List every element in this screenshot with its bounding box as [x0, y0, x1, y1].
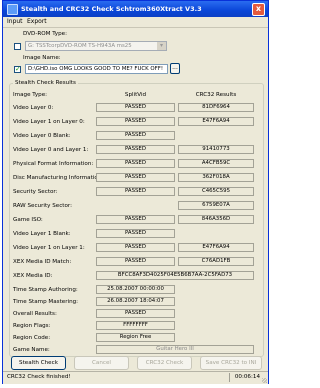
time-stamp-mastering-value: 26.08.2007 18:04:07: [96, 297, 175, 306]
disc-manufacturing-crc: 362F018A: [178, 173, 254, 182]
crc32-check-button[interactable]: CRC32 Check: [137, 356, 192, 370]
time-stamp-mastering-label: Time Stamp Mastering:: [13, 299, 79, 305]
region-code-value: Region Free: [96, 333, 175, 342]
video-layer-1-on-layer-1-label: Video Layer 1 on Layer 1:: [13, 245, 85, 251]
time-stamp-authoring-label: Time Stamp Authoring:: [13, 287, 78, 293]
video-layer-1-on-layer-0-label: Video Layer 1 on Layer 0:: [13, 119, 85, 125]
crc32-results-header: CRC32 Results: [195, 92, 237, 98]
close-button[interactable]: x: [252, 3, 265, 16]
security-sector-status: PASSED: [96, 187, 175, 196]
xex-media-id-match-label: XEX Media ID Match:: [13, 259, 72, 265]
image-name-label: Image Name:: [23, 55, 61, 61]
game-name-value: Guitar Hero III: [96, 345, 254, 354]
video-layer-1-on-layer-1-status: PASSED: [96, 243, 175, 252]
xex-media-id-match-crc: C76AD1FB: [178, 257, 254, 266]
image-name-checkbox[interactable]: ✓: [14, 66, 21, 73]
region-code-label: Region Code:: [13, 335, 51, 341]
window-title: Stealth and CRC32 Check Schtrom360Xtract…: [21, 5, 202, 13]
raw-security-sector-crc: 6759E07A: [178, 201, 254, 210]
cancel-button[interactable]: Cancel: [74, 356, 129, 370]
menu-input[interactable]: Input: [7, 18, 23, 25]
dvd-rom-select[interactable]: G: TSSTcorpDVD-ROM TS-H943A ms25 ▾: [25, 41, 167, 51]
image-type-label: Image Type:: [13, 92, 48, 98]
status-bar: CRC32 Check finished! 00:06:14: [3, 371, 268, 384]
security-sector-crc: C465C595: [178, 187, 254, 196]
physical-format-status: PASSED: [96, 159, 175, 168]
region-flags-value: FFFFFFFF: [96, 321, 175, 330]
status-separator: [229, 373, 230, 382]
xex-media-id-match-status: PASSED: [96, 257, 175, 266]
app-window: Stealth and CRC32 Check Schtrom360Xtract…: [2, 0, 269, 384]
save-crc32-button[interactable]: Save CRC32 to INI: [200, 356, 262, 370]
browse-button[interactable]: ...: [170, 63, 180, 74]
physical-format-crc: A4CFB59C: [178, 159, 254, 168]
video-layer-0-and-1-status: PASSED: [96, 145, 175, 154]
video-layer-1-blank-status: PASSED: [96, 229, 175, 238]
overall-results-value: PASSED: [96, 309, 175, 318]
status-time: 00:06:14: [234, 374, 260, 380]
image-name-value: D:\GHD.iso OMG LOOKS GOOD TO ME? FUCK OF…: [28, 66, 164, 72]
video-layer-0-and-1-crc: 91410773: [178, 145, 254, 154]
stealth-check-button[interactable]: Stealth Check: [11, 356, 66, 370]
security-sector-label: Security Sector:: [13, 189, 58, 195]
splitvid-header: SplitVid: [124, 92, 147, 98]
dvd-rom-checkbox[interactable]: [14, 43, 21, 50]
region-flags-label: Region Flags:: [13, 323, 51, 329]
disc-manufacturing-label: Disc Manufacturing Information:: [13, 175, 104, 181]
game-name-label: Game Name:: [13, 347, 50, 353]
xex-media-id-value: BFCC8AF3D4025F04E5B6B7AA-2C5FAD73: [96, 271, 254, 280]
video-layer-0-blank-status: PASSED: [96, 131, 175, 140]
menu-export[interactable]: Export: [27, 18, 47, 25]
disc-manufacturing-status: PASSED: [96, 173, 175, 182]
video-layer-1-blank-label: Video Layer 1 Blank:: [13, 231, 71, 237]
status-message: CRC32 Check finished!: [7, 374, 71, 380]
game-iso-status: PASSED: [96, 215, 175, 224]
menu-bar: Input Export: [3, 17, 268, 28]
dvd-rom-type-label: DVD-ROM Type:: [23, 31, 67, 37]
resize-grip[interactable]: [262, 378, 267, 383]
app-icon: [7, 4, 18, 15]
physical-format-label: Physical Format Information:: [13, 161, 94, 167]
stealth-check-results-title: Stealth Check Results: [13, 80, 78, 86]
video-layer-1-on-layer-1-crc: E47F6A94: [178, 243, 254, 252]
time-stamp-authoring-value: 25.08.2007 00:00:00: [96, 285, 175, 294]
dvd-rom-select-value: G: TSSTcorpDVD-ROM TS-H943A ms25: [28, 43, 132, 49]
video-layer-0-crc: 81DF6964: [178, 103, 254, 112]
video-layer-0-status: PASSED: [96, 103, 175, 112]
video-layer-0-and-1-label: Video Layer 0 and Layer 1:: [13, 147, 89, 153]
raw-security-sector-label: RAW Security Sector:: [13, 203, 73, 209]
image-name-field[interactable]: D:\GHD.iso OMG LOOKS GOOD TO ME? FUCK OF…: [25, 64, 168, 74]
game-iso-label: Game ISO:: [13, 217, 43, 223]
video-layer-0-label: Video Layer 0:: [13, 105, 54, 111]
game-iso-crc: 846A356D: [178, 215, 254, 224]
xex-media-id-label: XEX Media ID:: [13, 273, 53, 279]
video-layer-1-on-layer-0-status: PASSED: [96, 117, 175, 126]
video-layer-0-blank-label: Video Layer 0 Blank:: [13, 133, 71, 139]
title-bar[interactable]: Stealth and CRC32 Check Schtrom360Xtract…: [3, 1, 268, 17]
overall-results-label: Overall Results:: [13, 311, 57, 317]
video-layer-1-on-layer-0-crc: E47F6A94: [178, 117, 254, 126]
chevron-down-icon[interactable]: ▾: [157, 42, 166, 50]
